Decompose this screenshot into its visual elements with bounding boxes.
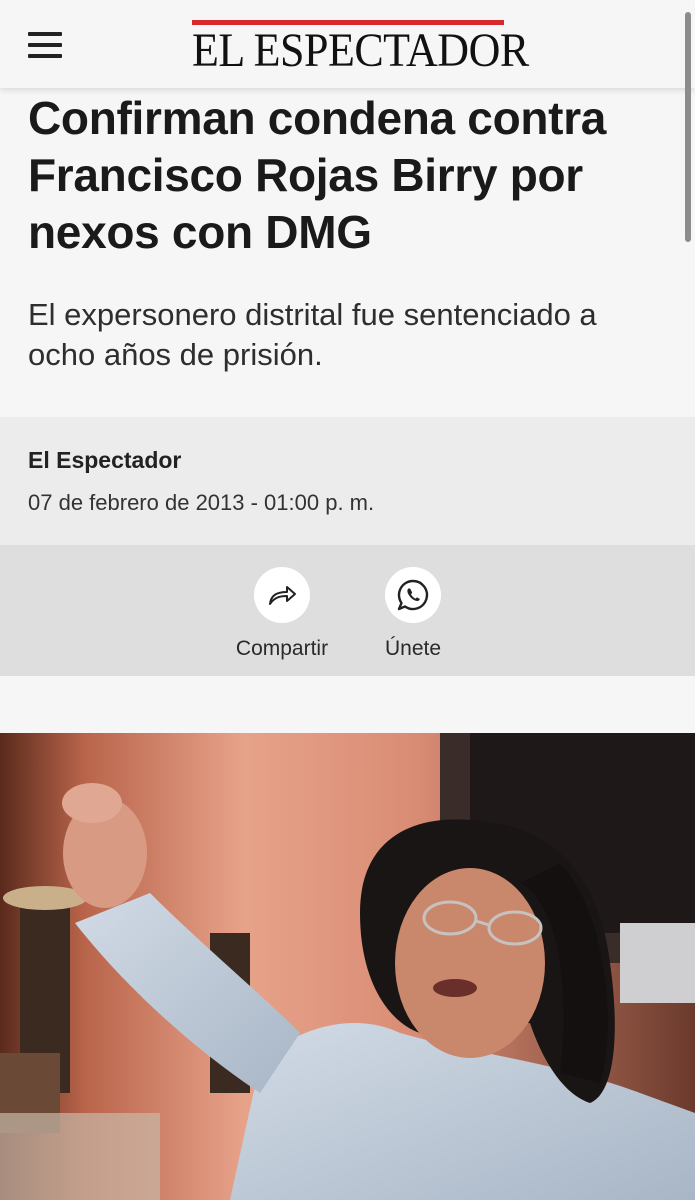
article-author[interactable]: El Espectador xyxy=(28,447,181,474)
site-logo[interactable]: EL ESPECTADOR xyxy=(192,20,529,77)
byline-section: El Espectador 07 de febrero de 2013 - 01… xyxy=(0,417,695,545)
share-label: Compartir xyxy=(235,637,329,660)
join-label: Únete xyxy=(384,637,442,660)
article-headline: Confirman condena contra Francisco Rojas… xyxy=(28,92,607,258)
share-arrow-icon xyxy=(254,567,310,623)
site-header: EL ESPECTADOR xyxy=(0,0,695,88)
article-photo xyxy=(0,733,695,1200)
whatsapp-icon xyxy=(385,567,441,623)
join-whatsapp-button[interactable]: Únete xyxy=(353,567,473,661)
share-button[interactable]: Compartir xyxy=(222,567,342,661)
logo-text: EL ESPECTADOR xyxy=(192,23,529,77)
hamburger-menu-icon[interactable] xyxy=(28,32,62,58)
scrollbar[interactable] xyxy=(685,12,691,242)
article-subtitle: El expersonero distrital fue sentenciado… xyxy=(28,297,597,372)
article-date: 07 de febrero de 2013 - 01:00 p. m. xyxy=(28,490,375,515)
action-bar: Compartir Únete xyxy=(0,545,695,676)
